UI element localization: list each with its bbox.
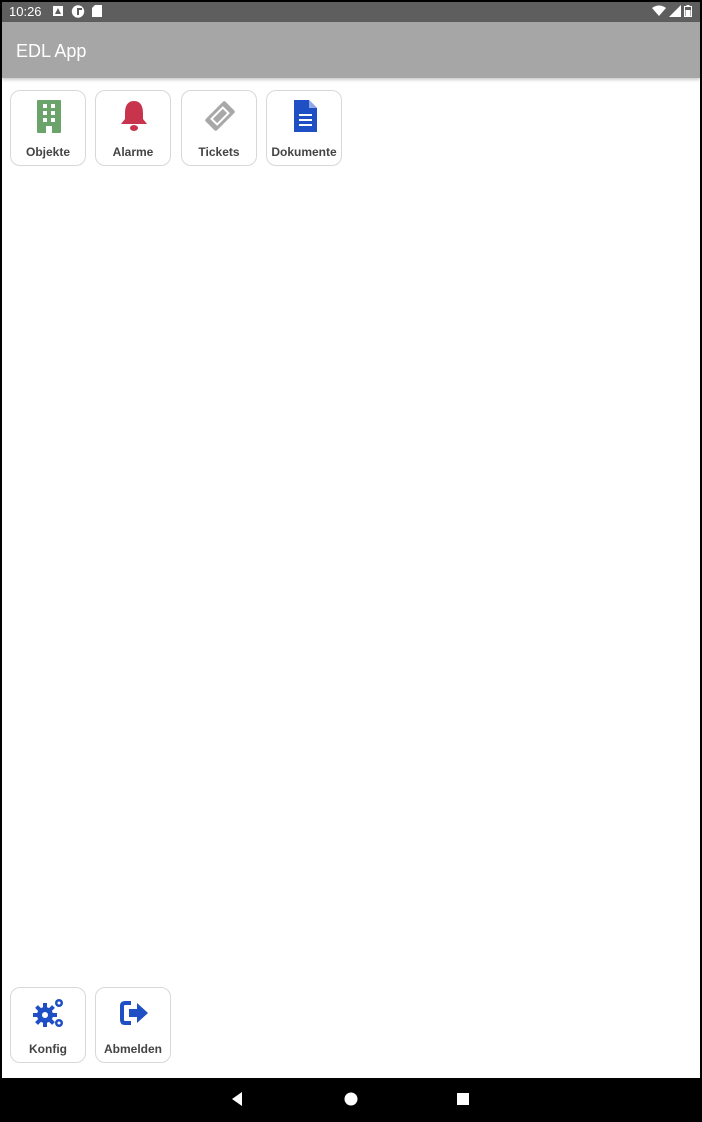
gears-icon xyxy=(33,996,65,1030)
app-title: EDL App xyxy=(16,41,87,61)
tile-objekte[interactable]: Objekte xyxy=(10,90,86,166)
tile-label: Tickets xyxy=(198,145,240,159)
status-bar: 10:26 xyxy=(2,2,700,22)
logout-icon xyxy=(118,996,150,1030)
home-icon[interactable] xyxy=(341,1089,361,1109)
bell-icon xyxy=(118,99,150,133)
tile-alarme[interactable]: Alarme xyxy=(95,90,171,166)
tile-label: Konfig xyxy=(29,1042,67,1056)
tile-abmelden[interactable]: Abmelden xyxy=(95,987,171,1063)
wifi-icon xyxy=(652,5,666,16)
document-icon xyxy=(289,99,321,133)
tile-dokumente[interactable]: Dokumente xyxy=(266,90,342,166)
back-icon[interactable] xyxy=(228,1089,248,1109)
nav-bar xyxy=(2,1078,700,1120)
battery-icon xyxy=(684,5,692,17)
circle-app-icon xyxy=(71,5,85,18)
sd-card-icon xyxy=(92,5,102,17)
status-icons-right xyxy=(652,5,692,17)
building-icon xyxy=(33,99,65,133)
tile-label: Alarme xyxy=(112,145,154,159)
ticket-icon xyxy=(204,99,236,133)
a-icon xyxy=(53,6,63,16)
recents-icon[interactable] xyxy=(453,1089,473,1109)
device-frame: 10:26 EDL App Objekte Alarme Tickets Dok… xyxy=(0,0,702,1122)
screen: 10:26 EDL App Objekte Alarme Tickets Dok… xyxy=(2,2,700,1120)
tile-tickets[interactable]: Tickets xyxy=(181,90,257,166)
signal-icon xyxy=(669,5,681,17)
tile-label: Dokumente xyxy=(271,145,337,159)
status-time: 10:26 xyxy=(9,4,42,19)
app-bar: EDL App xyxy=(2,22,700,78)
tile-label: Objekte xyxy=(25,145,70,159)
tile-konfig[interactable]: Konfig xyxy=(10,987,86,1063)
tile-label: Abmelden xyxy=(103,1042,162,1056)
status-icons-left xyxy=(52,5,102,18)
